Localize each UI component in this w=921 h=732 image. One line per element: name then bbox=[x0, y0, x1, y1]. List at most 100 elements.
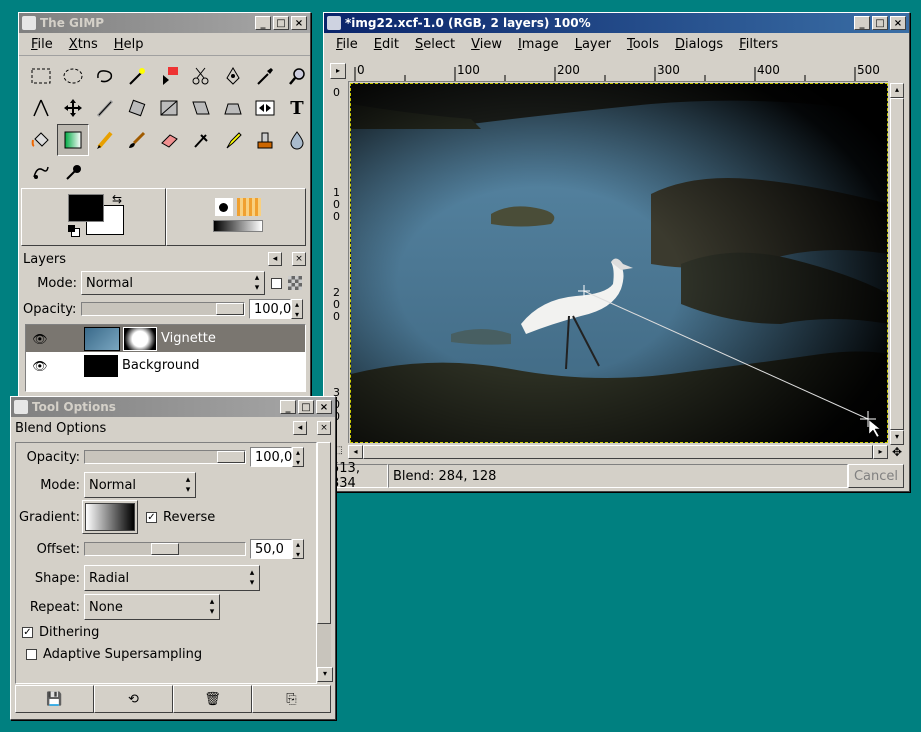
scroll-right-button[interactable]: ▸ bbox=[873, 445, 888, 459]
blend-offset-slider[interactable] bbox=[84, 542, 246, 556]
crop-icon[interactable] bbox=[89, 92, 121, 124]
foreground-color-swatch[interactable] bbox=[68, 194, 104, 222]
tool-options-scrollbar[interactable]: ▾ bbox=[317, 442, 333, 682]
minimize-button[interactable]: _ bbox=[255, 16, 271, 30]
image-titlebar[interactable]: *img22.xcf-1.0 (RGB, 2 layers) 100% _ □ … bbox=[324, 13, 909, 33]
brush-preview[interactable] bbox=[214, 198, 233, 216]
horizontal-ruler[interactable]: 0 100 200 300 400 500 bbox=[348, 63, 888, 82]
dock-close-icon[interactable]: × bbox=[292, 252, 306, 266]
minimize-button[interactable]: _ bbox=[854, 16, 870, 30]
menu-help[interactable]: Help bbox=[106, 37, 152, 52]
image-canvas[interactable] bbox=[350, 83, 888, 443]
menu-select[interactable]: Select bbox=[407, 37, 463, 52]
free-select-icon[interactable] bbox=[89, 60, 121, 92]
dock-menu-icon[interactable]: ◂ bbox=[293, 421, 307, 435]
blend-offset-slider-thumb[interactable] bbox=[151, 543, 179, 555]
text-icon[interactable]: T bbox=[281, 92, 313, 124]
reset-options-button[interactable]: ⎘ bbox=[252, 685, 331, 713]
blend-repeat-combo[interactable]: None ▴ ▾ bbox=[84, 594, 220, 620]
blend-opacity-slider-thumb[interactable] bbox=[217, 451, 245, 463]
restore-options-button[interactable]: ⟲ bbox=[94, 685, 173, 713]
scroll-up-button[interactable]: ▴ bbox=[890, 83, 904, 98]
tool-options-titlebar[interactable]: Tool Options _ □ × bbox=[11, 397, 335, 417]
menu-file[interactable]: File bbox=[328, 37, 366, 52]
pattern-preview[interactable] bbox=[236, 198, 261, 216]
vertical-scroll-thumb[interactable] bbox=[890, 98, 904, 430]
blend-offset-input[interactable]: 50,0 bbox=[250, 539, 292, 559]
cancel-button[interactable]: Cancel bbox=[848, 464, 904, 488]
menu-layer[interactable]: Layer bbox=[567, 37, 619, 52]
dock-close-icon[interactable]: × bbox=[317, 421, 331, 435]
ellipse-select-icon[interactable] bbox=[57, 60, 89, 92]
gradient-select-button[interactable] bbox=[82, 500, 138, 534]
eraser-icon[interactable] bbox=[153, 124, 185, 156]
transform-icon[interactable] bbox=[121, 92, 153, 124]
rect-select-icon[interactable] bbox=[25, 60, 57, 92]
maximize-button[interactable]: □ bbox=[273, 16, 289, 30]
layers-mode-combo[interactable]: Normal ▴ ▾ bbox=[81, 271, 265, 295]
menu-xtns[interactable]: Xtns bbox=[61, 37, 106, 52]
menu-file[interactable]: File bbox=[23, 37, 61, 52]
eye-icon[interactable]: 👁 bbox=[26, 332, 54, 346]
fuzzy-select-icon[interactable] bbox=[121, 60, 153, 92]
vertical-ruler[interactable]: 0 1 0 0 2 0 0 3 0 0 bbox=[330, 81, 349, 443]
airbrush-icon[interactable] bbox=[185, 124, 217, 156]
adaptive-supersampling-checkbox[interactable] bbox=[26, 648, 37, 660]
measure-icon[interactable] bbox=[25, 92, 57, 124]
shear-icon[interactable] bbox=[217, 92, 249, 124]
dodge-burn-icon[interactable] bbox=[57, 156, 89, 188]
clone-icon[interactable] bbox=[249, 124, 281, 156]
layers-opacity-slider[interactable] bbox=[81, 302, 245, 316]
horizontal-scrollbar[interactable]: ◂ ▸ bbox=[348, 445, 888, 459]
reverse-checkbox[interactable]: ✓ bbox=[146, 511, 157, 523]
color-picker-icon[interactable] bbox=[249, 60, 281, 92]
keep-transparency-checkbox[interactable] bbox=[271, 277, 282, 289]
smudge-icon[interactable] bbox=[25, 156, 57, 188]
blend-opacity-input[interactable]: 100,0 bbox=[250, 447, 292, 467]
swap-colors-icon[interactable]: ⇆ bbox=[112, 192, 122, 206]
close-button[interactable]: × bbox=[316, 400, 332, 414]
move-icon[interactable] bbox=[57, 92, 89, 124]
blend-offset-spin[interactable]: ▴ ▾ bbox=[292, 539, 304, 559]
maximize-button[interactable]: □ bbox=[872, 16, 888, 30]
ruler-corner-button[interactable]: ▸ bbox=[330, 63, 346, 79]
scroll-down-button[interactable]: ▾ bbox=[317, 667, 333, 682]
minimize-button[interactable]: _ bbox=[280, 400, 296, 414]
perspective-icon[interactable] bbox=[185, 92, 217, 124]
blend-icon[interactable] bbox=[57, 124, 89, 156]
vertical-scrollbar[interactable]: ▴ ▾ bbox=[890, 83, 904, 445]
layer-row-vignette[interactable]: 👁 Vignette bbox=[26, 325, 305, 352]
blend-mode-combo[interactable]: Normal ▴ ▾ bbox=[84, 472, 196, 498]
bucket-fill-icon[interactable] bbox=[25, 124, 57, 156]
menu-tools[interactable]: Tools bbox=[619, 37, 667, 52]
default-colors-icon[interactable] bbox=[68, 225, 80, 237]
save-options-button[interactable]: 💾 bbox=[15, 685, 94, 713]
dock-menu-icon[interactable]: ◂ bbox=[268, 252, 282, 266]
layers-opacity-slider-thumb[interactable] bbox=[216, 303, 244, 315]
toolbox-titlebar[interactable]: The GIMP _ □ × bbox=[19, 13, 310, 33]
layers-opacity-spin[interactable]: ▴ ▾ bbox=[291, 299, 303, 319]
maximize-button[interactable]: □ bbox=[298, 400, 314, 414]
scroll-left-button[interactable]: ◂ bbox=[348, 445, 363, 459]
layer-row-background[interactable]: 👁 Background bbox=[26, 352, 305, 379]
zoom-icon[interactable] bbox=[281, 60, 313, 92]
menu-image[interactable]: Image bbox=[510, 37, 567, 52]
align-icon[interactable] bbox=[249, 92, 281, 124]
blend-shape-combo[interactable]: Radial ▴ ▾ bbox=[84, 565, 260, 591]
dithering-checkbox[interactable]: ✓ bbox=[22, 626, 33, 638]
menu-view[interactable]: View bbox=[463, 37, 510, 52]
select-by-color-icon[interactable] bbox=[153, 60, 185, 92]
blend-opacity-slider[interactable] bbox=[84, 450, 246, 464]
navigate-icon[interactable]: ✥ bbox=[890, 445, 904, 459]
delete-options-button[interactable]: 🗑 bbox=[173, 685, 252, 713]
layers-opacity-input[interactable]: 100,0 bbox=[249, 299, 291, 319]
flip-icon[interactable] bbox=[153, 92, 185, 124]
gradient-preview[interactable] bbox=[212, 220, 263, 232]
horizontal-scroll-thumb[interactable] bbox=[363, 445, 873, 459]
paintbrush-icon[interactable] bbox=[121, 124, 153, 156]
ink-icon[interactable] bbox=[217, 124, 249, 156]
scroll-down-button[interactable]: ▾ bbox=[890, 430, 904, 445]
eye-icon[interactable]: 👁 bbox=[26, 359, 54, 373]
convolve-icon[interactable] bbox=[281, 124, 313, 156]
blend-opacity-spin[interactable]: ▴ ▾ bbox=[292, 447, 304, 467]
